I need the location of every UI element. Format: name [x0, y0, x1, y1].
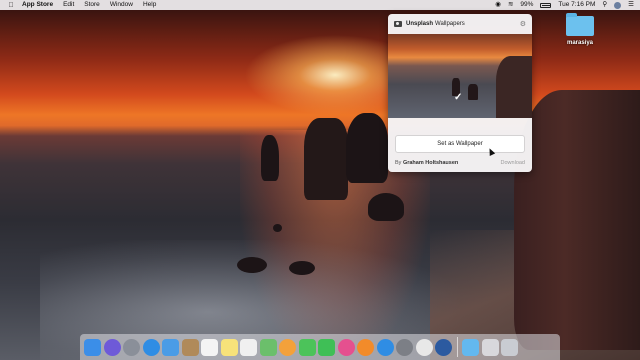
sea-stack-rock	[289, 261, 315, 275]
dock-separator	[456, 337, 458, 357]
popover-title: Wallpapers	[435, 21, 465, 27]
itunes-icon[interactable]	[337, 338, 355, 356]
gear-icon[interactable]: ⚙	[520, 20, 526, 28]
menu-help[interactable]: Help	[143, 0, 156, 10]
popover-footer: By Graham Holtshausen Download	[388, 160, 532, 166]
mail-icon[interactable]	[162, 338, 179, 356]
clock[interactable]: Tue 7:16 PM	[558, 0, 595, 10]
sea-stack-rock	[304, 118, 348, 200]
battery-percent[interactable]: 99%	[520, 0, 533, 10]
cliff-rock	[514, 90, 640, 350]
popover-brand: Unsplash	[406, 21, 434, 27]
downloads-folder-icon[interactable]	[462, 338, 479, 356]
messages-icon[interactable]	[298, 338, 316, 356]
camera-icon	[394, 21, 402, 27]
unsplash-popover: Unsplash Wallpapers ⚙ ✓ Set as Wallpaper…	[388, 14, 532, 172]
user-avatar-icon[interactable]	[614, 1, 622, 9]
chrome-icon[interactable]	[415, 338, 433, 356]
desktop-folder[interactable]: marasiya	[562, 13, 598, 46]
quicktime-icon[interactable]	[435, 338, 452, 356]
notes-icon[interactable]	[220, 338, 238, 356]
siri-icon[interactable]	[103, 338, 121, 356]
photo-credit[interactable]: By Graham Holtshausen	[395, 160, 458, 166]
set-as-wallpaper-button[interactable]: Set as Wallpaper	[395, 135, 525, 153]
menu-bar:  App Store Edit Store Window Help ◉ ≋ 9…	[0, 0, 640, 10]
reminders-icon[interactable]	[240, 338, 257, 356]
facetime-icon[interactable]	[318, 338, 335, 356]
battery-icon[interactable]	[540, 2, 552, 8]
safari-icon[interactable]	[142, 338, 160, 356]
app-store-icon[interactable]	[376, 338, 394, 356]
trash-icon[interactable]	[501, 338, 518, 356]
wifi-icon[interactable]: ≋	[508, 0, 513, 10]
maps-icon[interactable]	[259, 338, 277, 356]
launchpad-icon[interactable]	[123, 338, 140, 356]
download-link[interactable]: Download	[501, 160, 525, 166]
photos-icon[interactable]	[279, 338, 296, 356]
status-bar: ◉ ≋ 99% Tue 7:16 PM ⚲ ☰	[495, 0, 634, 10]
contacts-icon[interactable]	[181, 338, 199, 356]
popover-header: Unsplash Wallpapers ⚙	[388, 14, 532, 34]
system-preferences-icon[interactable]	[396, 338, 413, 356]
apple-menu-icon[interactable]: 	[0, 2, 22, 9]
menu-window[interactable]: Window	[110, 0, 133, 10]
desktop-wallpaper	[0, 10, 640, 360]
sea-stack-rock	[273, 224, 282, 232]
credit-name[interactable]: Graham Holtshausen	[403, 160, 458, 166]
preview-cliff	[496, 56, 532, 118]
menu-app-name[interactable]: App Store	[22, 0, 53, 10]
sea-stack-rock	[261, 135, 279, 181]
menu-store[interactable]: Store	[84, 0, 100, 10]
calendar-icon[interactable]	[201, 338, 218, 356]
notification-center-icon[interactable]: ☰	[628, 0, 634, 10]
sea-stack-rock	[346, 113, 388, 183]
dock	[80, 334, 560, 360]
menu-edit[interactable]: Edit	[63, 0, 74, 10]
folder-icon[interactable]	[566, 13, 594, 36]
checkmark-icon: ✓	[454, 92, 463, 103]
sea-stack-rock	[368, 193, 404, 221]
folder-label: marasiya	[566, 40, 594, 46]
sea-stack-rock	[237, 257, 267, 273]
wallpaper-preview[interactable]: ✓	[388, 34, 532, 118]
ibooks-icon[interactable]	[357, 338, 374, 356]
credit-prefix: By	[395, 160, 402, 166]
spotlight-search-icon[interactable]: ⚲	[602, 0, 607, 10]
unsplash-menubar-icon[interactable]: ◉	[495, 0, 501, 10]
finder-icon[interactable]	[84, 338, 101, 356]
screenshot-icon[interactable]	[481, 338, 499, 356]
preview-rock	[468, 84, 478, 100]
